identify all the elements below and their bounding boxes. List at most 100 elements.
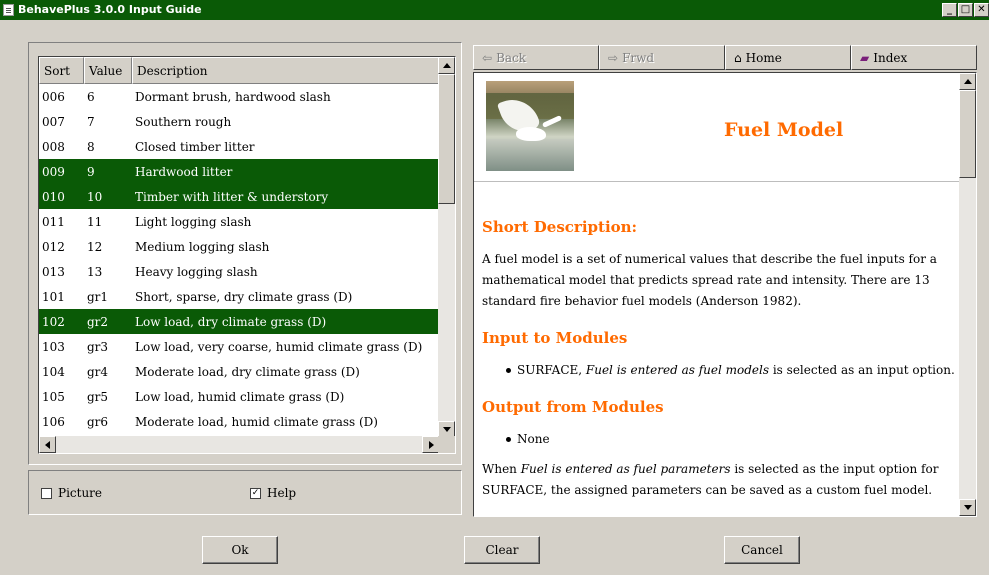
back-button[interactable]: ⇦ Back — [473, 45, 599, 70]
para-italic: Fuel is entered as fuel parameters — [520, 462, 731, 476]
output-bullet-text: None — [517, 432, 550, 446]
list-item[interactable]: 009 9 Hardwood litter — [39, 159, 439, 184]
list-item-description: Southern rough — [135, 114, 232, 129]
help-checkbox-box[interactable]: ✓ — [250, 487, 261, 499]
arrow-left-icon: ⇦ — [482, 50, 493, 65]
fuel-parameters-paragraph: When Fuel is entered as fuel parameters … — [482, 459, 952, 501]
scroll-left-button[interactable] — [39, 436, 56, 453]
arrow-up-icon — [443, 63, 451, 68]
list-item-value: gr5 — [87, 389, 109, 404]
list-item[interactable]: 010 10 Timber with litter & understory — [39, 184, 439, 209]
list-item-value: 11 — [87, 214, 103, 229]
clear-button[interactable]: Clear — [464, 536, 540, 564]
arrow-right-icon: ⇨ — [608, 50, 619, 65]
help-viewer[interactable]: Fuel Model Short Description: A fuel mod… — [473, 72, 977, 517]
list-header: Sort Value Description — [39, 57, 439, 84]
list-item-description: Closed timber litter — [135, 139, 255, 154]
list-item[interactable]: 008 8 Closed timber litter — [39, 134, 439, 159]
arrow-down-icon — [443, 427, 451, 432]
help-scroll-thumb[interactable] — [959, 90, 976, 178]
list-item[interactable]: 103 gr3 Low load, very coarse, humid clima… — [39, 334, 439, 359]
list-item[interactable]: 006 6 Dormant brush, hardwood slash — [39, 84, 439, 109]
short-description-text: A fuel model is a set of numerical value… — [482, 252, 937, 308]
ok-button[interactable]: Ok — [202, 536, 278, 564]
home-button[interactable]: ⌂ Home — [725, 45, 851, 70]
list-item-value: 12 — [87, 239, 103, 254]
minimize-button[interactable]: _ — [942, 3, 957, 17]
list-item[interactable]: 012 12 Medium logging slash — [39, 234, 439, 259]
list-item-sort: 106 — [42, 414, 65, 429]
scroll-thumb[interactable] — [438, 74, 455, 204]
list-item-value: 8 — [87, 139, 95, 154]
list-item-description: Low load, humid climate grass (D) — [135, 389, 345, 404]
document-icon — [3, 4, 14, 16]
column-header-description[interactable]: Description — [132, 57, 439, 84]
close-button[interactable]: ✕ — [974, 3, 989, 17]
list-item[interactable]: 007 7 Southern rough — [39, 109, 439, 134]
scroll-right-button[interactable] — [422, 436, 439, 453]
list-item-description: Timber with litter & understory — [135, 189, 329, 204]
list-item-value: 10 — [87, 189, 103, 204]
list-item-sort: 010 — [42, 189, 65, 204]
list-item[interactable]: 011 11 Light logging slash — [39, 209, 439, 234]
help-navigation-bar: ⇦ Back ⇨ Frwd ⌂ Home ▰ Index — [473, 45, 977, 70]
list-horizontal-scrollbar[interactable] — [39, 436, 439, 453]
help-scroll-down-button[interactable] — [959, 499, 976, 516]
list-item-sort: 013 — [42, 264, 65, 279]
input-bullet-italic: Fuel is entered as fuel models — [585, 363, 770, 377]
picture-checkbox[interactable]: Picture — [41, 486, 102, 500]
list-item[interactable]: 106 gr6 Moderate load, humid climate grass… — [39, 409, 439, 434]
help-checkbox[interactable]: ✓ Help — [250, 486, 296, 500]
title-bar: BehavePlus 3.0.0 Input Guide _ □ ✕ — [0, 0, 989, 21]
help-header: Fuel Model — [474, 73, 960, 182]
scrollbar-corner — [438, 436, 455, 453]
list-item-sort: 105 — [42, 389, 65, 404]
list-item-value: gr3 — [87, 339, 109, 354]
list-item-sort: 009 — [42, 164, 65, 179]
input-bullet: SURFACE, Fuel is entered as fuel models … — [506, 363, 955, 377]
list-item-value: gr4 — [87, 364, 109, 379]
swan-image — [486, 81, 574, 171]
list-vertical-scrollbar[interactable] — [438, 57, 455, 438]
fuel-model-list[interactable]: Sort Value Description 006 6 Dormant brush… — [38, 56, 456, 454]
list-item-value: 7 — [87, 114, 95, 129]
list-item[interactable]: 102 gr2 Low load, dry climate grass (D) — [39, 309, 439, 334]
help-vertical-scrollbar[interactable] — [959, 73, 976, 516]
window-title: BehavePlus 3.0.0 Input Guide — [18, 3, 202, 16]
list-item[interactable]: 104 gr4 Moderate load, dry climate grass (… — [39, 359, 439, 384]
forward-button[interactable]: ⇨ Frwd — [599, 45, 725, 70]
book-icon: ▰ — [860, 50, 870, 65]
arrow-right-icon — [429, 441, 434, 449]
list-item-description: Hardwood litter — [135, 164, 233, 179]
list-item[interactable]: 101 gr1 Short, sparse, dry climate grass (… — [39, 284, 439, 309]
column-header-sort[interactable]: Sort — [39, 57, 84, 84]
list-item-description: Low load, dry climate grass (D) — [135, 314, 327, 329]
list-item-sort: 012 — [42, 239, 65, 254]
list-item-sort: 008 — [42, 139, 65, 154]
help-scroll-up-button[interactable] — [959, 73, 976, 90]
help-content: Fuel Model Short Description: A fuel mod… — [474, 73, 960, 497]
list-item-description: Moderate load, dry climate grass (D) — [135, 364, 360, 379]
arrow-left-icon — [45, 441, 50, 449]
index-button[interactable]: ▰ Index — [851, 45, 977, 70]
list-item-sort: 102 — [42, 314, 65, 329]
list-item-sort: 104 — [42, 364, 65, 379]
cancel-button[interactable]: Cancel — [724, 536, 800, 564]
input-to-modules-heading: Input to Modules — [482, 329, 628, 347]
list-item[interactable]: 013 13 Heavy logging slash — [39, 259, 439, 284]
input-bullet-prefix: SURFACE, — [517, 363, 586, 377]
options-panel: Picture ✓ Help — [28, 470, 462, 515]
column-header-value[interactable]: Value — [84, 57, 132, 84]
list-item-value: gr1 — [87, 289, 109, 304]
input-bullet-suffix: is selected as an input option. — [769, 363, 955, 377]
list-item[interactable]: 105 gr5 Low load, humid climate grass (D) — [39, 384, 439, 409]
list-item-value: gr6 — [87, 414, 109, 429]
maximize-button[interactable]: □ — [958, 3, 973, 17]
list-item-value: gr2 — [87, 314, 109, 329]
image-water — [486, 139, 574, 171]
list-item-value: 9 — [87, 164, 95, 179]
scroll-up-button[interactable] — [438, 57, 455, 74]
picture-label: Picture — [58, 486, 103, 500]
bullet-dot — [506, 368, 511, 373]
picture-checkbox-box[interactable] — [41, 487, 52, 499]
